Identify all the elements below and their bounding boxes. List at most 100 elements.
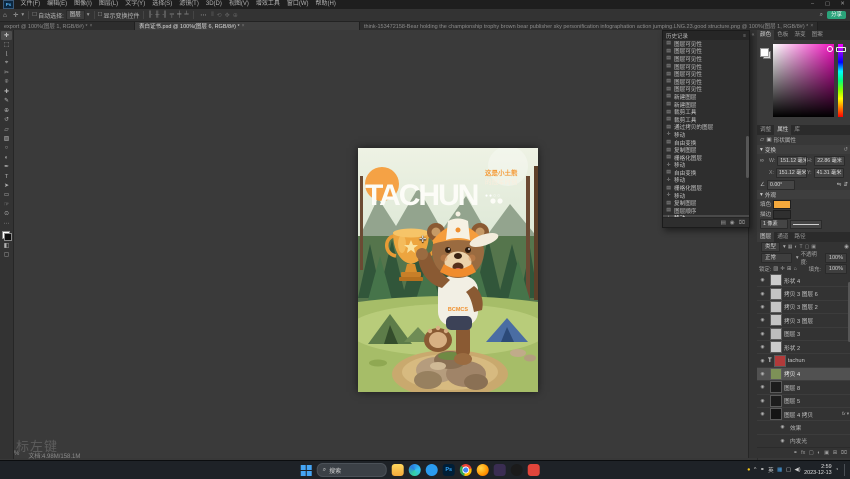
- new-group-icon[interactable]: ▣: [824, 450, 829, 456]
- close-tab-icon[interactable]: ×: [242, 23, 245, 29]
- menu-item[interactable]: 视图(V): [225, 0, 252, 9]
- menu-item[interactable]: 图像(I): [71, 0, 96, 9]
- hue-slider-handle[interactable]: [836, 47, 846, 52]
- lasso-tool[interactable]: ɭ: [1, 50, 12, 59]
- more-options-icon[interactable]: ⋯: [197, 11, 210, 19]
- layer-name[interactable]: 拷贝 3 图层 2: [784, 302, 818, 311]
- panel-tab[interactable]: 颜色: [757, 30, 774, 40]
- layer-visibility-eye-icon[interactable]: ◉: [759, 331, 766, 337]
- layer-fill-field[interactable]: 100%: [825, 264, 847, 274]
- tray-status-dot-icon[interactable]: ●: [747, 467, 750, 473]
- layer-thumbnail[interactable]: [770, 395, 782, 407]
- auto-select-checkbox[interactable]: ☐: [32, 12, 37, 18]
- layer-visibility-eye-icon[interactable]: ◉: [759, 398, 766, 404]
- layer-thumbnail[interactable]: [770, 274, 782, 286]
- pen-tool[interactable]: ✒: [1, 162, 12, 171]
- new-layer-icon[interactable]: ⊞: [833, 450, 838, 456]
- align-top-icon[interactable]: ╤: [168, 12, 175, 18]
- pixel-mode-icon[interactable]: ▱: [760, 137, 764, 143]
- show-desktop-button[interactable]: [844, 464, 847, 476]
- layer-row[interactable]: ◉ 图层 3: [757, 328, 850, 341]
- quick-mask-icon[interactable]: ◧: [1, 241, 12, 250]
- history-panel-header[interactable]: 历史记录 ≡: [663, 31, 749, 40]
- layer-thumbnail[interactable]: [770, 368, 782, 380]
- search-icon[interactable]: ⌕: [820, 12, 823, 19]
- panel-tab[interactable]: 属性: [774, 125, 791, 135]
- history-state[interactable]: ✛ 移动: [663, 215, 749, 217]
- layer-visibility-eye-icon[interactable]: ◉: [759, 291, 766, 297]
- layer-row[interactable]: ◉ 图层 5: [757, 395, 850, 408]
- gradient-tool[interactable]: ▨: [1, 134, 12, 143]
- taskbar-chrome-icon[interactable]: [460, 464, 472, 476]
- panel-tab[interactable]: 通道: [774, 232, 791, 242]
- layer-effects-row[interactable]: ◉ 内发光: [757, 435, 850, 447]
- 3d-dolly-icon[interactable]: ⊕: [231, 12, 239, 19]
- shape-tool[interactable]: ▭: [1, 191, 12, 200]
- stroke-width-field[interactable]: 1 像素: [760, 219, 788, 229]
- brush-tool[interactable]: ✎: [1, 97, 12, 106]
- align-h-center-icon[interactable]: ╫: [154, 12, 161, 18]
- layer-thumbnail[interactable]: [770, 288, 782, 300]
- collapse-panels-icon[interactable]: «: [752, 32, 755, 38]
- panel-tab[interactable]: 色板: [774, 30, 791, 40]
- layer-row[interactable]: ◉ 形状 2: [757, 341, 850, 354]
- taskbar-app-purple-icon[interactable]: [494, 464, 506, 476]
- panel-tab[interactable]: 路径: [791, 232, 808, 242]
- home-icon[interactable]: ⌂: [0, 12, 10, 19]
- document-tab[interactable]: export @ 100%(图层 1, RGB/8#) * ×: [0, 21, 135, 30]
- show-transform-checkbox[interactable]: ☐: [98, 12, 103, 18]
- delete-layer-icon[interactable]: ⌧: [841, 450, 847, 456]
- history-scrollbar[interactable]: [746, 136, 749, 178]
- blur-tool[interactable]: ○: [1, 144, 12, 153]
- reset-transform-icon[interactable]: ↺: [843, 147, 848, 153]
- panel-tab[interactable]: 图案: [809, 30, 826, 40]
- layer-row[interactable]: ◉ 拷贝 3 图层: [757, 314, 850, 327]
- close-tab-icon[interactable]: ×: [90, 23, 93, 29]
- adjustment-layer-icon[interactable]: ◐: [817, 450, 820, 456]
- layer-name[interactable]: 拷贝 3 图层 6: [784, 289, 818, 298]
- section-caret-icon[interactable]: ▾: [760, 192, 763, 198]
- menu-item[interactable]: 滤镜(T): [176, 0, 203, 9]
- stroke-style-dropdown[interactable]: [790, 220, 822, 229]
- document-tab[interactable]: think-153472158-Bear holding the champio…: [360, 21, 818, 30]
- edit-toolbar[interactable]: ⋯: [1, 219, 12, 228]
- foreground-color-swatch[interactable]: [760, 48, 769, 57]
- layer-name[interactable]: 图层 3: [784, 329, 800, 338]
- layer-effects-row[interactable]: ◉ 效果: [757, 421, 850, 434]
- layer-visibility-eye-icon[interactable]: ◉: [759, 371, 766, 377]
- y-field[interactable]: 41.31 毫米: [814, 168, 845, 178]
- layer-name[interactable]: 内发光: [790, 436, 807, 445]
- layer-name[interactable]: 拷贝 3 图层: [784, 316, 813, 325]
- layer-name[interactable]: 拷贝 4: [784, 369, 800, 378]
- layer-thumbnail[interactable]: [770, 408, 782, 420]
- layer-name[interactable]: 形状 2: [784, 343, 800, 352]
- layer-row-text[interactable]: ◉ T tachun: [757, 354, 850, 367]
- crop-tool[interactable]: ✂: [1, 69, 12, 78]
- filter-pixel-layers-icon[interactable]: ▦: [787, 244, 794, 250]
- opacity-field[interactable]: 100%: [825, 253, 847, 263]
- align-right-icon[interactable]: ╢: [161, 12, 168, 18]
- taskbar-edge-icon[interactable]: [409, 464, 421, 476]
- menu-item[interactable]: 图层(L): [95, 0, 121, 9]
- layer-row[interactable]: ◉ 图层 8: [757, 381, 850, 394]
- align-v-center-icon[interactable]: ╪: [176, 12, 183, 18]
- link-dimensions-icon[interactable]: ∞: [760, 158, 769, 164]
- layer-thumbnail[interactable]: [770, 328, 782, 340]
- menu-item[interactable]: 增效工具: [252, 0, 283, 9]
- saturation-brightness-picker[interactable]: [773, 44, 834, 117]
- close-button[interactable]: ✕: [835, 0, 850, 9]
- taskbar-browser-icon[interactable]: [426, 464, 438, 476]
- eyedropper-tool[interactable]: ⌾: [1, 78, 12, 87]
- layer-name[interactable]: 图层 5: [784, 396, 800, 405]
- move-tool-preset-icon[interactable]: ✛: [10, 11, 21, 19]
- layer-visibility-eye-icon[interactable]: ◉: [779, 438, 786, 444]
- document-canvas[interactable]: TACHUN 这是小土熊 的冠军时刻 ●●○○ BCMCS: [358, 148, 538, 392]
- color-swatches-widget[interactable]: [2, 231, 12, 241]
- filter-kind-dropdown[interactable]: 类型: [761, 242, 780, 252]
- eraser-tool[interactable]: ▱: [1, 125, 12, 134]
- layer-visibility-eye-icon[interactable]: ◉: [759, 411, 766, 417]
- color-picker-cursor[interactable]: [827, 46, 833, 52]
- flip-horizontal-icon[interactable]: ⇋: [837, 182, 842, 188]
- taskbar-clock[interactable]: 2:59 2023-12-13: [804, 464, 832, 476]
- lock-all-icon[interactable]: ⌂: [793, 266, 796, 272]
